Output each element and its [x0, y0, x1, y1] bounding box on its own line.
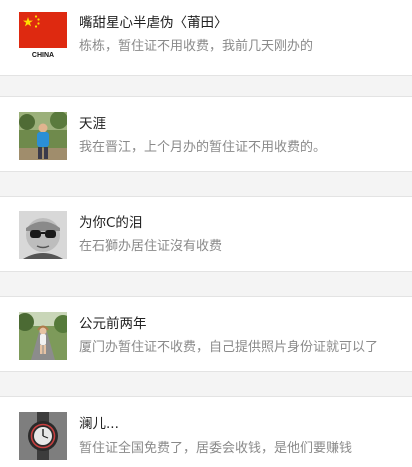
person-outdoors-avatar-image [19, 112, 67, 160]
comment-text: 厦门办暂住证不收费，自己提供照片身份证就可以了 [79, 340, 379, 355]
china-flag-avatar-image: CHINA [19, 12, 67, 60]
item-separator [0, 272, 412, 296]
comment-item[interactable]: 澜儿... 暂住证全国免费了，居委会收钱，是他们要赚钱 [0, 396, 412, 467]
comment-author[interactable]: 嘴甜星心半虐伪〈莆田〉 [79, 14, 228, 32]
avatar[interactable] [19, 211, 67, 259]
comment-author[interactable]: 为你C的泪 [79, 214, 142, 232]
comment-item[interactable]: CHINA 嘴甜星心半虐伪〈莆田〉 栋栋，暂住证不用收费，我前几天刚办的 [0, 0, 412, 76]
comment-author[interactable]: 澜儿... [79, 415, 119, 433]
comment-author[interactable]: 公元前两年 [79, 315, 147, 333]
item-separator [0, 172, 412, 196]
comment-list: CHINA 嘴甜星心半虐伪〈莆田〉 栋栋，暂住证不用收费，我前几天刚办的 天涯 … [0, 0, 412, 467]
comment-item[interactable]: 为你C的泪 在石獅办居住证沒有收费 [0, 196, 412, 272]
comment-text: 暂住证全国免费了，居委会收钱，是他们要赚钱 [79, 441, 353, 456]
comment-item[interactable]: 公元前两年 厦门办暂住证不收费，自己提供照片身份证就可以了 [0, 296, 412, 372]
avatar[interactable] [19, 112, 67, 160]
comment-item[interactable]: 天涯 我在晋江，上个月办的暂住证不用收费的。 [0, 96, 412, 172]
item-separator [0, 76, 412, 96]
watch-avatar-image [19, 412, 67, 460]
child-with-glasses-avatar-image [19, 211, 67, 259]
avatar[interactable] [19, 312, 67, 360]
avatar[interactable] [19, 412, 67, 460]
flag-caption: CHINA [32, 52, 54, 59]
comment-text: 我在晋江，上个月办的暂住证不用收费的。 [79, 140, 327, 155]
item-separator [0, 372, 412, 396]
comment-text: 在石獅办居住证沒有收费 [79, 239, 223, 254]
comment-text: 栋栋，暂住证不用收费，我前几天刚办的 [79, 39, 314, 54]
woman-on-road-avatar-image [19, 312, 67, 360]
avatar[interactable]: CHINA [19, 12, 67, 60]
comment-author[interactable]: 天涯 [79, 115, 106, 133]
